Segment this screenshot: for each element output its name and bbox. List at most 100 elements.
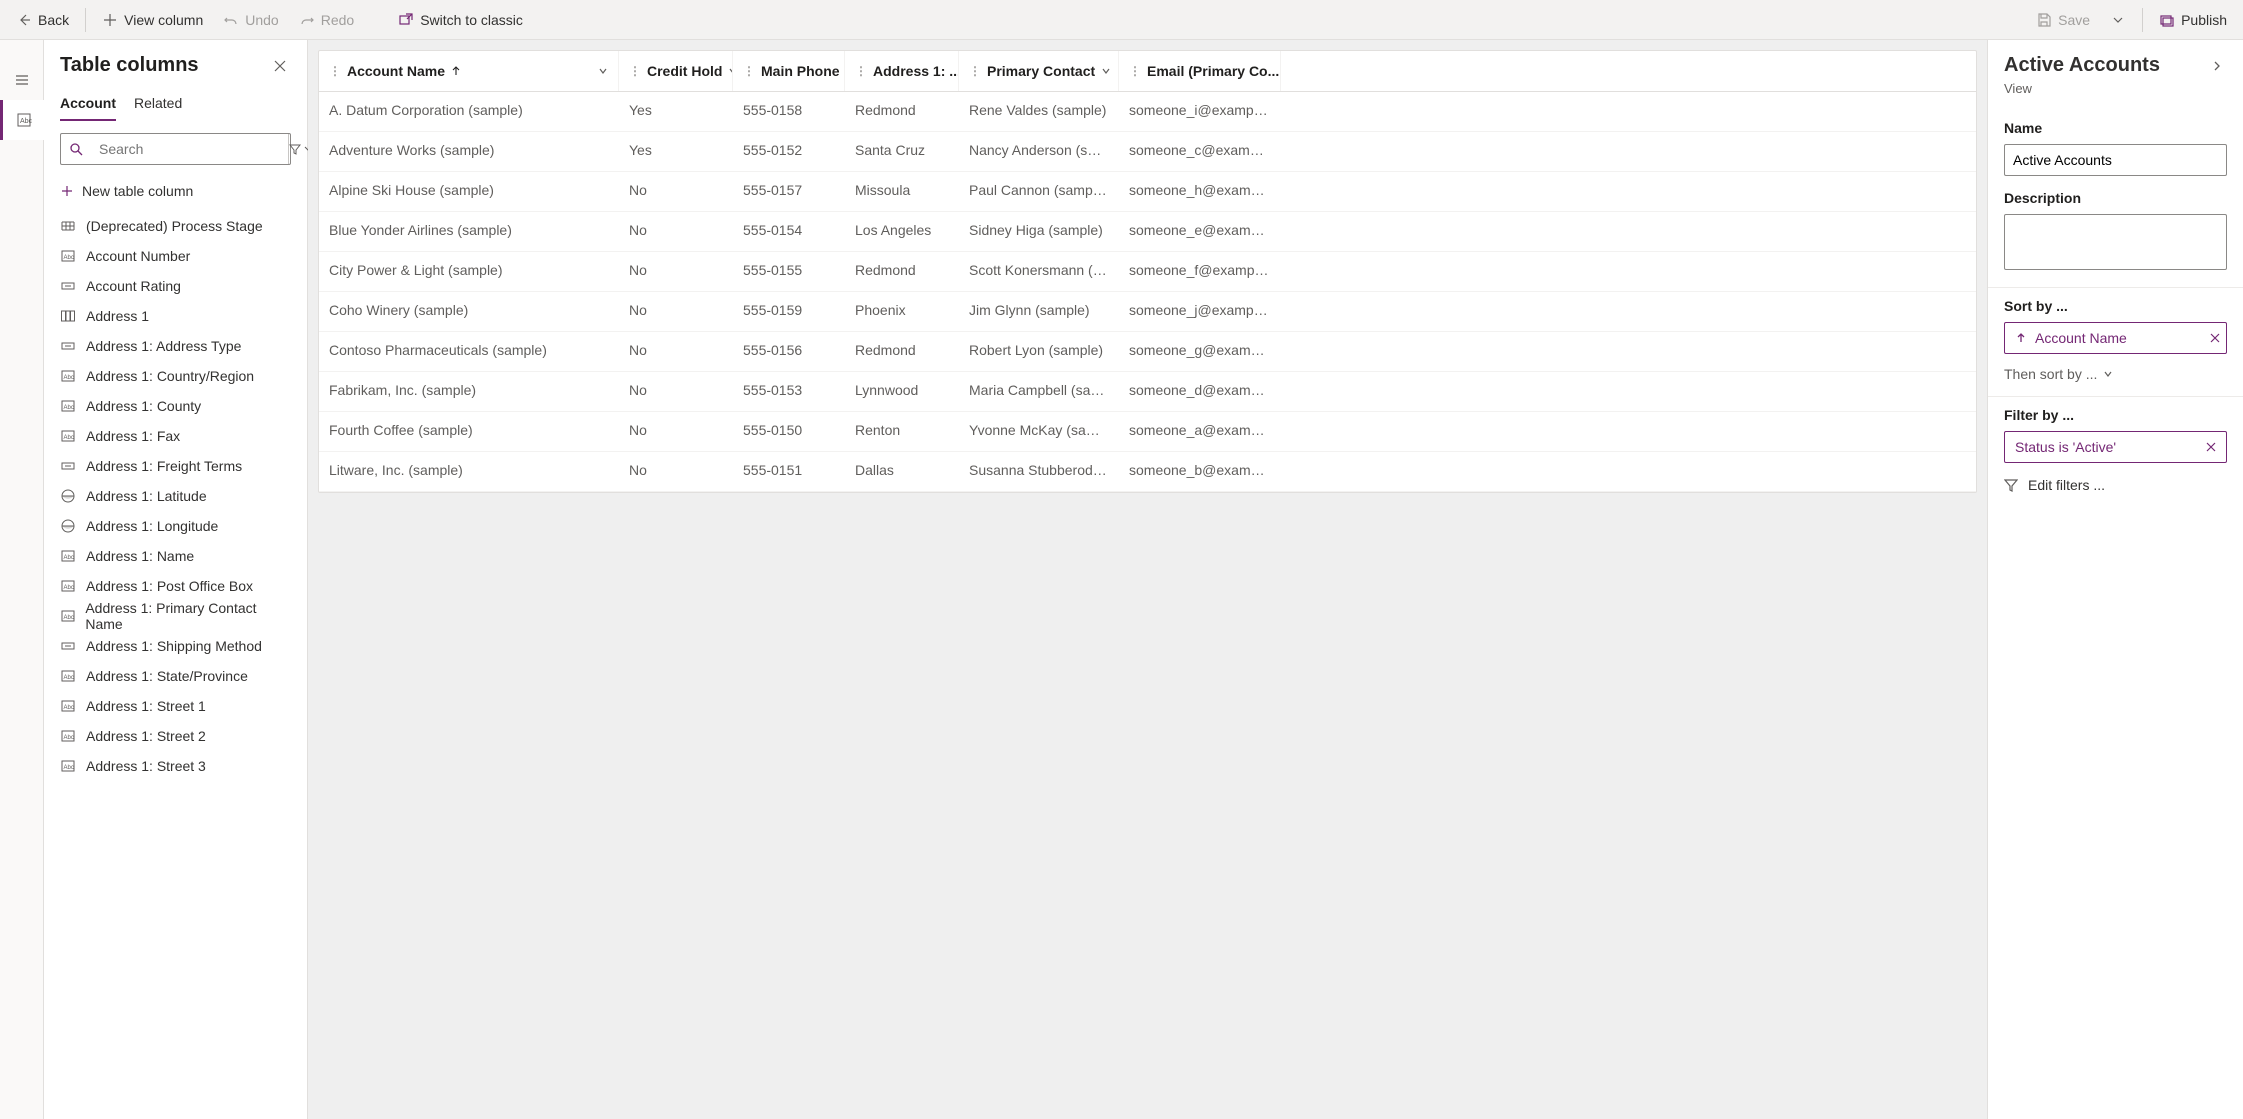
table-row[interactable]: Alpine Ski House (sample)No555-0157Misso… xyxy=(319,172,1976,212)
column-item[interactable]: AbcAddress 1: County xyxy=(44,391,305,421)
type-icon xyxy=(60,218,76,234)
table-row[interactable]: Contoso Pharmaceuticals (sample)No555-01… xyxy=(319,332,1976,372)
column-item[interactable]: Address 1: Latitude xyxy=(44,481,305,511)
col-header-main-phone[interactable]: ⋮ Main Phone xyxy=(733,51,845,91)
column-item[interactable]: AbcAddress 1: Post Office Box xyxy=(44,571,305,601)
cell-credit-hold: No xyxy=(619,332,733,371)
type-icon: Abc xyxy=(60,698,76,714)
column-item-label: Address 1: Address Type xyxy=(86,338,241,354)
column-item-label: Address 1 xyxy=(86,308,149,324)
cell-primary-contact: Sidney Higa (sample) xyxy=(959,212,1119,251)
svg-text:Abc: Abc xyxy=(64,765,74,771)
remove-sort[interactable] xyxy=(2210,333,2220,343)
cell-email: someone_f@example.com xyxy=(1119,252,1281,291)
cell-credit-hold: Yes xyxy=(619,132,733,171)
cell-primary-contact: Nancy Anderson (sample) xyxy=(959,132,1119,171)
view-column-button[interactable]: View column xyxy=(94,4,211,36)
grip-icon: ⋮ xyxy=(969,64,981,78)
switch-to-classic-button[interactable]: Switch to classic xyxy=(390,4,531,36)
col-header-primary-contact[interactable]: ⋮ Primary Contact xyxy=(959,51,1119,91)
column-item[interactable]: Address 1 xyxy=(44,301,305,331)
tab-related[interactable]: Related xyxy=(134,95,182,121)
table-row[interactable]: A. Datum Corporation (sample)Yes555-0158… xyxy=(319,92,1976,132)
column-item[interactable]: Abc Address 1: Country/Region xyxy=(44,361,305,391)
switch-icon xyxy=(398,12,414,28)
column-item-label: Address 1: Primary Contact Name xyxy=(85,600,289,632)
column-item[interactable]: AbcAddress 1: Street 2 xyxy=(44,721,305,751)
col-header-credit-hold[interactable]: ⋮ Credit Hold xyxy=(619,51,733,91)
svg-text:Abc: Abc xyxy=(64,375,74,381)
filter-chip[interactable]: Status is 'Active' xyxy=(2004,431,2227,463)
chevron-down-icon xyxy=(2110,12,2126,28)
redo-button[interactable]: Redo xyxy=(291,4,362,36)
column-item[interactable]: Address 1: Freight Terms xyxy=(44,451,305,481)
table-row[interactable]: Litware, Inc. (sample)No555-0151DallasSu… xyxy=(319,452,1976,492)
rail-item-columns[interactable]: Abc xyxy=(0,100,44,140)
column-item[interactable]: Address 1: Shipping Method xyxy=(44,631,305,661)
edit-filters-label: Edit filters ... xyxy=(2028,477,2105,493)
column-item[interactable]: (Deprecated) Process Stage xyxy=(44,211,305,241)
cell-email: someone_c@example.com xyxy=(1119,132,1281,171)
table-row[interactable]: Adventure Works (sample)Yes555-0152Santa… xyxy=(319,132,1976,172)
back-button[interactable]: Back xyxy=(8,4,77,36)
column-item-label: Account Number xyxy=(86,248,190,264)
remove-filter[interactable] xyxy=(2206,442,2216,452)
table-row[interactable]: Blue Yonder Airlines (sample)No555-0154L… xyxy=(319,212,1976,252)
sort-chip-label: Account Name xyxy=(2035,330,2127,346)
table-row[interactable]: Fourth Coffee (sample)No555-0150RentonYv… xyxy=(319,412,1976,452)
column-item-label: Address 1: Country/Region xyxy=(86,368,254,384)
cell-main-phone: 555-0158 xyxy=(733,92,845,131)
rail-hamburger[interactable] xyxy=(0,60,44,100)
column-item[interactable]: AbcAddress 1: Name xyxy=(44,541,305,571)
save-dropdown[interactable] xyxy=(2102,4,2134,36)
sort-by-label: Sort by ... xyxy=(2004,298,2227,314)
cell-credit-hold: No xyxy=(619,172,733,211)
save-button[interactable]: Save xyxy=(2028,4,2098,36)
view-properties-panel: Active Accounts View Name Description So… xyxy=(1987,40,2243,1119)
type-icon: Abc xyxy=(60,248,76,264)
column-item[interactable]: Abc Account Number xyxy=(44,241,305,271)
expand-panel[interactable] xyxy=(2207,56,2227,76)
col-header-email[interactable]: ⋮ Email (Primary Co... xyxy=(1119,51,1281,91)
new-table-column[interactable]: New table column xyxy=(44,177,307,205)
column-item[interactable]: Address 1: Longitude xyxy=(44,511,305,541)
column-search-input[interactable] xyxy=(91,134,288,164)
chevron-down-icon xyxy=(598,66,608,76)
column-item[interactable]: AbcAddress 1: State/Province xyxy=(44,661,305,691)
name-field[interactable] xyxy=(2004,144,2227,176)
col-header-account-name[interactable]: ⋮ Account Name xyxy=(319,51,619,91)
cell-credit-hold: No xyxy=(619,412,733,451)
column-item-label: Address 1: Latitude xyxy=(86,488,207,504)
column-item[interactable]: AbcAddress 1: Fax xyxy=(44,421,305,451)
publish-button[interactable]: Publish xyxy=(2151,4,2235,36)
filter-chip-label: Status is 'Active' xyxy=(2015,439,2116,455)
svg-text:Abc: Abc xyxy=(20,118,32,125)
sort-asc-icon xyxy=(2015,332,2027,344)
table-row[interactable]: Fabrikam, Inc. (sample)No555-0153Lynnwoo… xyxy=(319,372,1976,412)
col-header-address1[interactable]: ⋮ Address 1: ... xyxy=(845,51,959,91)
column-item[interactable]: AbcAddress 1: Street 3 xyxy=(44,751,305,781)
type-icon xyxy=(60,278,76,294)
column-item-label: Address 1: Street 1 xyxy=(86,698,206,714)
table-row[interactable]: City Power & Light (sample)No555-0155Red… xyxy=(319,252,1976,292)
columns-panel-close[interactable] xyxy=(269,55,291,77)
column-item[interactable]: AbcAddress 1: Primary Contact Name xyxy=(44,601,305,631)
column-item[interactable]: Abc Address 1: Street 1 xyxy=(44,691,305,721)
sort-chip[interactable]: Account Name xyxy=(2004,322,2227,354)
description-label: Description xyxy=(2004,190,2227,206)
then-sort-by[interactable]: Then sort by ... xyxy=(2004,366,2227,382)
plus-icon xyxy=(60,184,74,198)
column-item[interactable]: Address 1: Address Type xyxy=(44,331,305,361)
type-icon xyxy=(60,458,76,474)
description-field[interactable] xyxy=(2004,214,2227,270)
tab-account[interactable]: Account xyxy=(60,95,116,121)
column-list[interactable]: (Deprecated) Process Stage Abc Account Num… xyxy=(44,211,307,1119)
cell-account-name: Alpine Ski House (sample) xyxy=(319,172,619,211)
edit-filters[interactable]: Edit filters ... xyxy=(2004,477,2227,493)
cell-account-name: Litware, Inc. (sample) xyxy=(319,452,619,491)
cell-main-phone: 555-0150 xyxy=(733,412,845,451)
back-label: Back xyxy=(38,12,69,28)
column-item[interactable]: Account Rating xyxy=(44,271,305,301)
undo-button[interactable]: Undo xyxy=(215,4,286,36)
table-row[interactable]: Coho Winery (sample)No555-0159PhoenixJim… xyxy=(319,292,1976,332)
